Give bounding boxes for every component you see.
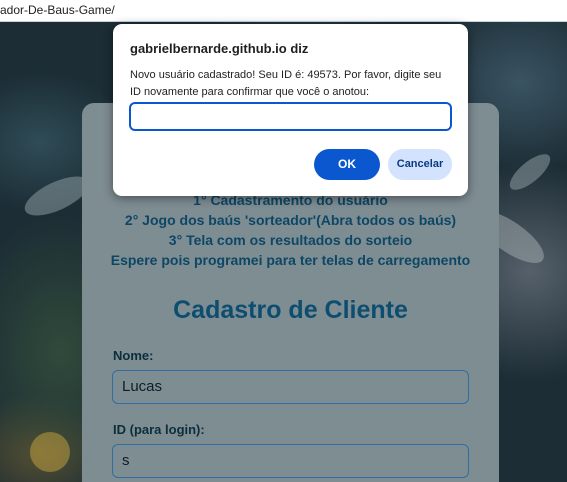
- dialog-message: Novo usuário cadastrado! Seu ID é: 49573…: [130, 69, 442, 98]
- step-item: Espere pois programei para ter telas de …: [110, 252, 471, 268]
- steps-list: 1° Cadastramento do usuário 2° Jogo dos …: [82, 190, 499, 270]
- background-petal: [504, 148, 556, 196]
- alert-dialog: gabrielbernarde.github.io diz Novo usuár…: [113, 24, 468, 196]
- id-label: ID (para login):: [113, 422, 205, 437]
- url-text: ador-De-Baus-Game/: [0, 3, 115, 17]
- id-field[interactable]: s: [112, 444, 469, 478]
- address-bar[interactable]: ador-De-Baus-Game/: [0, 0, 567, 22]
- confirm-id-input[interactable]: [129, 102, 452, 131]
- name-value: Lucas: [122, 378, 163, 395]
- step-item: 2° Jogo dos baús 'sorteador'(Abra todos …: [124, 212, 457, 228]
- step-item: 3° Tela com os resultados do sorteio: [168, 232, 413, 248]
- dialog-title: gabrielbernarde.github.io diz: [130, 41, 309, 56]
- name-field[interactable]: Lucas: [112, 370, 469, 404]
- background-flower: [30, 432, 70, 472]
- ok-button[interactable]: OK: [314, 149, 380, 180]
- form-title: Cadastro de Cliente: [173, 296, 408, 324]
- id-value: s: [122, 452, 130, 469]
- cancel-button[interactable]: Cancelar: [388, 149, 452, 180]
- name-label: Nome:: [113, 348, 154, 363]
